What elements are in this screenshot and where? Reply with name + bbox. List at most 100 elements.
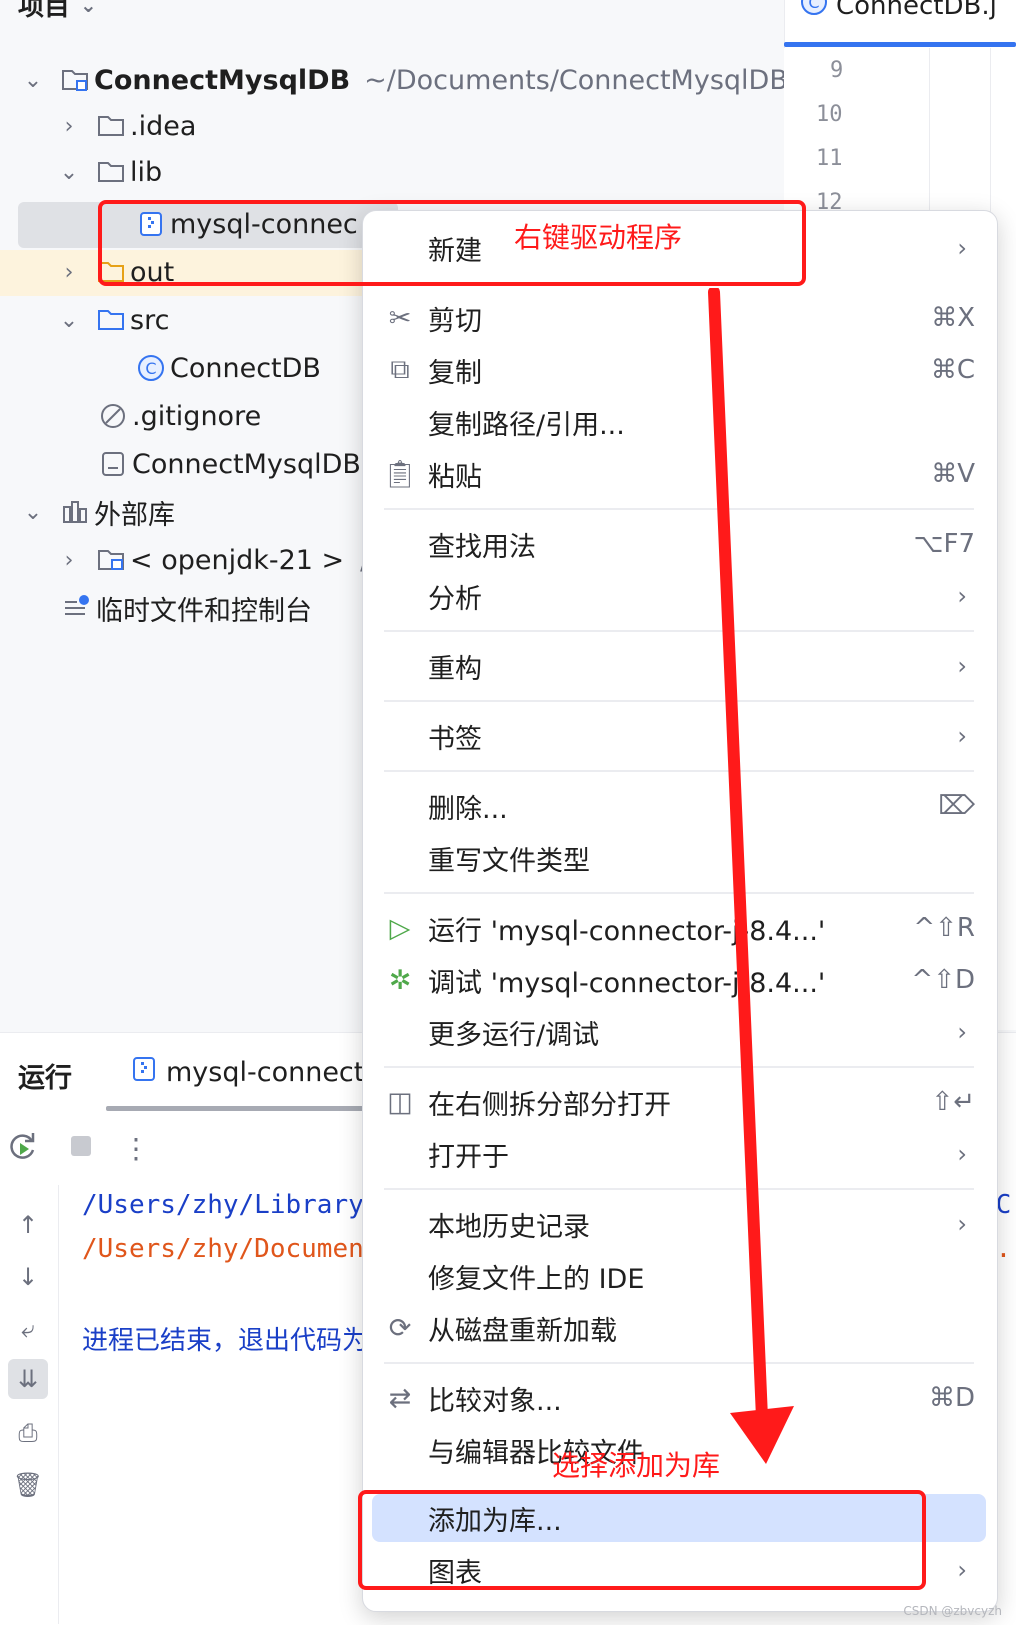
- chevron-down-icon[interactable]: ⌄: [58, 160, 80, 185]
- annotation-box-new: [98, 200, 806, 286]
- chevron-right-icon: ›: [957, 1140, 967, 1168]
- tree-item-label: < openjdk-21 >: [130, 544, 345, 576]
- jar-file-icon: [132, 1056, 156, 1089]
- menu-item-copy-path[interactable]: 复制路径/引用...: [383, 398, 983, 446]
- ignored-file-icon: [98, 401, 128, 431]
- tree-item-root[interactable]: ⌄ ConnectMysqlDB ~/Documents/ConnectMysq…: [22, 58, 788, 102]
- menu-item-repair-ide[interactable]: 修复文件上的 IDE: [383, 1252, 983, 1300]
- class-icon: C: [136, 353, 166, 383]
- menu-item-compare[interactable]: ⇄ 比较对象... ⌘D: [383, 1374, 983, 1422]
- tree-item-src[interactable]: ⌄ src: [58, 298, 170, 342]
- reload-icon: ⟳: [388, 1312, 412, 1344]
- print-icon[interactable]: ⎙: [8, 1413, 48, 1453]
- menu-item-override-type[interactable]: 重写文件类型: [383, 834, 983, 882]
- watermark: CSDN @zbvcyzh: [903, 1604, 1002, 1618]
- class-icon: C: [800, 0, 828, 23]
- chevron-right-icon: ›: [957, 234, 967, 262]
- scroll-to-end-icon[interactable]: ⇊: [8, 1359, 48, 1399]
- menu-item-run[interactable]: ▷ 运行 'mysql-connector-j-8.4...' ^⇧R: [383, 904, 983, 952]
- stop-icon[interactable]: [68, 1133, 94, 1163]
- chevron-right-icon[interactable]: ›: [58, 114, 80, 139]
- soft-wrap-icon[interactable]: ⤶: [8, 1309, 48, 1349]
- tree-item-label: lib: [130, 156, 163, 188]
- menu-item-bookmarks[interactable]: 书签 ›: [383, 712, 983, 760]
- menu-item-refactor[interactable]: 重构 ›: [383, 642, 983, 690]
- menu-separator: [384, 630, 974, 632]
- shortcut: ⇧↵: [931, 1087, 975, 1117]
- chevron-right-icon: ›: [957, 1556, 967, 1584]
- tree-item-external-libs[interactable]: ⌄ 外部库: [22, 490, 175, 534]
- menu-item-paste[interactable]: 📋︎ 粘贴 ⌘V: [383, 450, 983, 498]
- folder-icon: [96, 111, 126, 141]
- run-tab-label: mysql-connect: [166, 1057, 365, 1088]
- menu-item-split-open[interactable]: ◫ 在右侧拆分部分打开 ⇧↵: [383, 1078, 983, 1126]
- menu-item-open-in[interactable]: 打开于 ›: [383, 1130, 983, 1178]
- tree-item-jdk[interactable]: › < openjdk-21 > /: [58, 538, 370, 582]
- tree-item-gitignore[interactable]: .gitignore: [98, 394, 261, 438]
- arrow-down-icon[interactable]: ↓: [8, 1257, 48, 1297]
- tree-root-name: ConnectMysqlDB: [94, 64, 351, 96]
- annotation-text-top: 右键驱动程序: [514, 221, 683, 254]
- compare-icon: ⇄: [388, 1382, 412, 1414]
- line-number: 11: [816, 146, 843, 171]
- console-line: 进程已结束，退出代码为: [82, 1326, 369, 1356]
- menu-item-local-history[interactable]: 本地历史记录 ›: [383, 1200, 983, 1248]
- chevron-right-icon: ›: [957, 582, 967, 610]
- run-tab[interactable]: mysql-connect: [132, 1056, 364, 1089]
- chevron-down-icon[interactable]: ⌄: [22, 500, 44, 525]
- menu-item-label: 修复文件上的 IDE: [428, 1263, 645, 1295]
- menu-item-copy[interactable]: ⧉ 复制 ⌘C: [383, 346, 983, 394]
- shortcut: ^⇧R: [913, 913, 975, 943]
- arrow-up-icon[interactable]: ↑: [8, 1205, 48, 1245]
- scissors-icon: ✂: [388, 302, 412, 334]
- run-toolbar: ⋮: [0, 1126, 150, 1170]
- library-icon: [60, 497, 90, 527]
- menu-separator: [384, 770, 974, 772]
- menu-item-label: 从磁盘重新加载: [428, 1315, 617, 1347]
- menu-item-label: 粘贴: [428, 461, 482, 493]
- project-panel-header[interactable]: 项目 ⌄: [18, 0, 97, 23]
- menu-item-debug[interactable]: ✲ 调试 'mysql-connector-j-8.4...' ^⇧D: [383, 956, 983, 1004]
- tree-item-idea[interactable]: › .idea: [58, 104, 197, 148]
- menu-separator: [384, 1066, 974, 1068]
- tree-item-label: ConnectDB: [170, 352, 321, 384]
- run-tab-indicator: [106, 1106, 376, 1111]
- menu-item-label: 在右侧拆分部分打开: [428, 1089, 671, 1121]
- editor-tab-label: ConnectDB.j: [836, 0, 997, 21]
- menu-item-more-run[interactable]: 更多运行/调试 ›: [383, 1008, 983, 1056]
- chevron-down-icon[interactable]: ⌄: [22, 68, 44, 93]
- editor-tab[interactable]: C ConnectDB.j: [800, 0, 997, 23]
- tree-item-scratches[interactable]: 临时文件和控制台: [62, 586, 312, 630]
- menu-separator: [384, 1362, 974, 1364]
- tree-item-iml[interactable]: ConnectMysqlDB: [98, 442, 361, 486]
- shortcut: ⌘C: [930, 355, 975, 385]
- menu-item-delete[interactable]: 删除... ⌦: [383, 782, 983, 830]
- run-panel-title: 运行: [18, 1063, 72, 1094]
- svg-text:C: C: [145, 359, 156, 378]
- chevron-down-icon[interactable]: ⌄: [80, 0, 97, 17]
- more-vertical-icon[interactable]: ⋮: [122, 1132, 150, 1165]
- tree-root-path: ~/Documents/ConnectMysqlDB: [364, 64, 788, 96]
- menu-item-label: 复制路径/引用...: [428, 409, 625, 441]
- menu-item-label: 重构: [428, 653, 482, 685]
- tree-item-connectdb[interactable]: C ConnectDB: [136, 346, 321, 390]
- menu-item-find-usages[interactable]: 查找用法 ⌥F7: [383, 520, 983, 568]
- clipboard-icon: 📋︎: [382, 459, 418, 490]
- menu-item-cut[interactable]: ✂ 剪切 ⌘X: [383, 294, 983, 342]
- chevron-right-icon[interactable]: ›: [58, 260, 80, 285]
- tree-item-label: .idea: [130, 110, 197, 142]
- trash-icon[interactable]: 🗑: [8, 1465, 48, 1505]
- copy-icon: ⧉: [390, 354, 410, 385]
- chevron-down-icon[interactable]: ⌄: [58, 308, 80, 333]
- console-line: /Users/zhy/Documen: [82, 1234, 364, 1264]
- chevron-right-icon[interactable]: ›: [58, 548, 80, 573]
- tree-item-lib[interactable]: ⌄ lib: [58, 150, 162, 194]
- source-folder-icon: [96, 305, 126, 335]
- console-line: /Users/zhy/Library: [82, 1190, 364, 1220]
- chevron-right-icon: ›: [957, 1018, 967, 1046]
- menu-item-label: 更多运行/调试: [428, 1019, 600, 1051]
- rerun-icon[interactable]: [6, 1129, 40, 1167]
- menu-item-analyze[interactable]: 分析 ›: [383, 572, 983, 620]
- annotation-arrow: [708, 288, 794, 1464]
- menu-item-reload[interactable]: ⟳ 从磁盘重新加载: [383, 1304, 983, 1352]
